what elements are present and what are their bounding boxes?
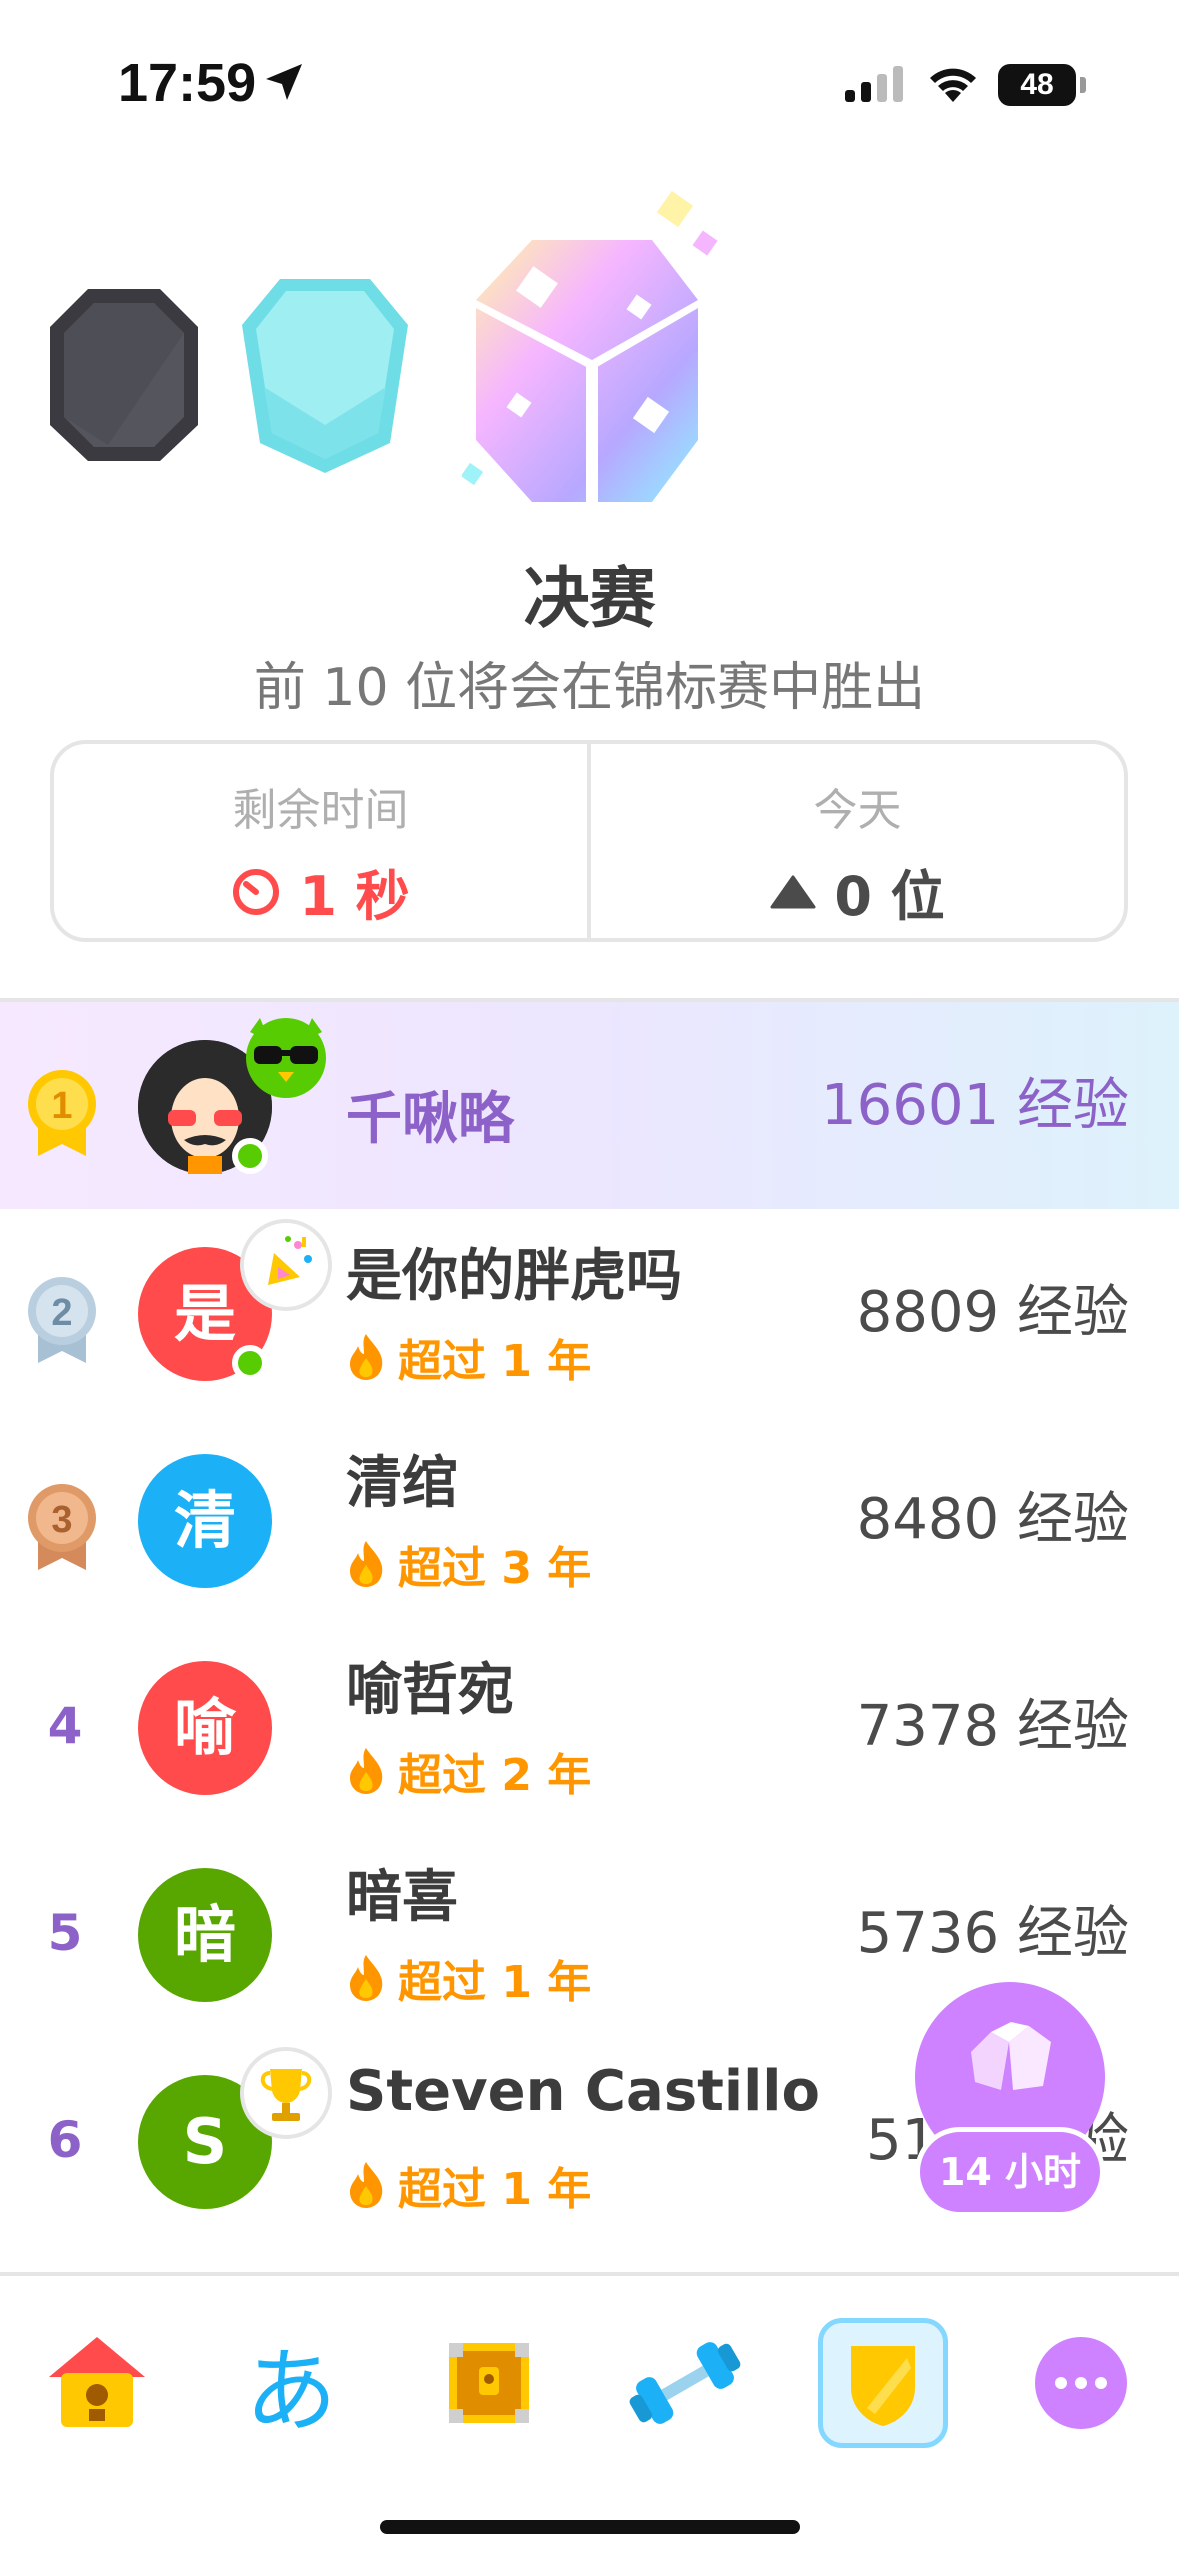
duo-sunglasses-badge <box>240 1012 332 1104</box>
trophy-badge <box>240 2047 332 2139</box>
obsidian-gem-icon <box>50 289 198 461</box>
league-title: 决赛 <box>523 560 656 637</box>
chest-timer-label: 14 小时 <box>915 2127 1105 2217</box>
battery-tip <box>1080 77 1086 93</box>
leaderboard-row-1[interactable]: 1 千啾略 16601 经验 <box>0 1002 1179 1209</box>
battery-icon: 48 <box>998 64 1076 106</box>
nav-characters[interactable]: あ <box>226 2318 356 2448</box>
treasure-chest-icon <box>449 2343 529 2423</box>
today-rank-cell: 今天 0 位 <box>587 744 1124 938</box>
flame-icon <box>350 1748 383 1794</box>
avatar[interactable]: 喻 <box>138 1661 272 1795</box>
nav-treasure[interactable] <box>424 2318 554 2448</box>
leaderboard-row-2[interactable]: 2 是 是你的胖虎吗 超过 1 年 8809 经验 <box>0 1209 1179 1416</box>
nav-home[interactable] <box>32 2318 162 2448</box>
streak-row: 超过 3 年 <box>346 1532 591 1596</box>
player-name: 喻哲宛 <box>346 1658 514 1723</box>
leaderboard-row-4[interactable]: 4 喻 喻哲宛 超过 2 年 7378 经验 <box>0 1623 1179 1830</box>
streak-text: 超过 3 年 <box>398 1543 592 1594</box>
time-left-value: 1 秒 <box>299 865 410 928</box>
nav-leagues[interactable] <box>818 2318 948 2448</box>
streak-text: 超过 1 年 <box>398 1957 592 2008</box>
flame-icon <box>350 2162 383 2208</box>
flame-icon <box>350 1334 383 1380</box>
bottom-nav: あ <box>0 2276 1179 2556</box>
nav-practice[interactable] <box>620 2318 750 2448</box>
gems-chest-icon <box>971 2022 1051 2090</box>
player-xp: 8480 经验 <box>856 1487 1129 1552</box>
diamond-gem-icon <box>242 279 408 473</box>
streak-row: 超过 1 年 <box>346 1325 591 1389</box>
home-icon <box>49 2337 145 2427</box>
streak-text: 超过 2 年 <box>398 1750 592 1801</box>
player-xp: 16601 经验 <box>821 1073 1129 1138</box>
league-info-box: 剩余时间 1 秒 今天 0 位 <box>50 740 1128 942</box>
player-xp: 7378 经验 <box>856 1694 1129 1759</box>
silver-medal-icon: 2 <box>28 1277 96 1363</box>
today-value: 0 位 <box>834 865 945 928</box>
location-arrow-icon <box>266 64 302 100</box>
cellular-signal-icon <box>845 66 903 102</box>
streak-text: 超过 1 年 <box>398 1336 592 1387</box>
home-indicator[interactable] <box>380 2520 800 2534</box>
more-icon <box>1035 2337 1127 2429</box>
league-subtitle: 前 10 位将会在锦标赛中胜出 <box>253 658 926 718</box>
nav-more[interactable] <box>1016 2318 1146 2448</box>
rank-number: 6 <box>47 2111 83 2169</box>
streak-row: 超过 2 年 <box>346 1739 591 1803</box>
svg-text:2: 2 <box>51 1292 72 1334</box>
wifi-icon <box>930 68 976 102</box>
status-bar: 17:59 48 <box>0 0 1179 170</box>
tournament-gem-icon <box>462 190 718 502</box>
online-status-dot <box>232 1138 268 1174</box>
rank-number: 4 <box>47 1697 83 1755</box>
time-left-label: 剩余时间 <box>232 785 409 836</box>
time-left-cell: 剩余时间 1 秒 <box>54 744 587 938</box>
dumbbell-icon <box>629 2342 741 2424</box>
player-name: 千啾略 <box>346 1087 514 1152</box>
player-name: 清绾 <box>346 1451 458 1516</box>
duo-owl-sunglasses-icon <box>246 1018 326 1098</box>
today-value-row: 0 位 <box>591 852 1124 931</box>
trophy-icon <box>260 2069 312 2121</box>
rank-number: 5 <box>47 1904 83 1962</box>
flame-icon <box>350 1541 383 1587</box>
online-status-dot <box>232 1345 268 1381</box>
leaderboard-row-3[interactable]: 3 清 清绾 超过 3 年 8480 经验 <box>0 1416 1179 1623</box>
leagues-shield-icon <box>851 2346 915 2426</box>
player-xp: 8809 经验 <box>856 1280 1129 1345</box>
bronze-medal-icon: 3 <box>28 1484 96 1570</box>
time-left-value-row: 1 秒 <box>54 852 587 931</box>
streak-row: 超过 1 年 <box>346 1946 591 2010</box>
flame-icon <box>350 1955 383 2001</box>
player-name: 暗喜 <box>346 1865 458 1930</box>
triangle-up-icon <box>770 875 816 908</box>
party-badge <box>240 1219 332 1311</box>
today-label: 今天 <box>813 785 902 836</box>
avatar[interactable]: 清 <box>138 1454 272 1588</box>
svg-text:1: 1 <box>51 1085 72 1127</box>
characters-icon: あ <box>244 2337 337 2445</box>
status-time: 17:59 <box>118 53 257 113</box>
streak-row: 超过 1 年 <box>346 2153 591 2217</box>
avatar[interactable]: 暗 <box>138 1868 272 2002</box>
gold-medal-icon: 1 <box>28 1070 96 1156</box>
party-popper-icon <box>268 1236 312 1285</box>
timer-icon <box>233 868 280 915</box>
svg-text:3: 3 <box>51 1499 72 1541</box>
player-name: 是你的胖虎吗 <box>346 1244 682 1309</box>
player-name: Steven Castillo <box>346 2059 820 2124</box>
streak-text: 超过 1 年 <box>398 2164 592 2215</box>
